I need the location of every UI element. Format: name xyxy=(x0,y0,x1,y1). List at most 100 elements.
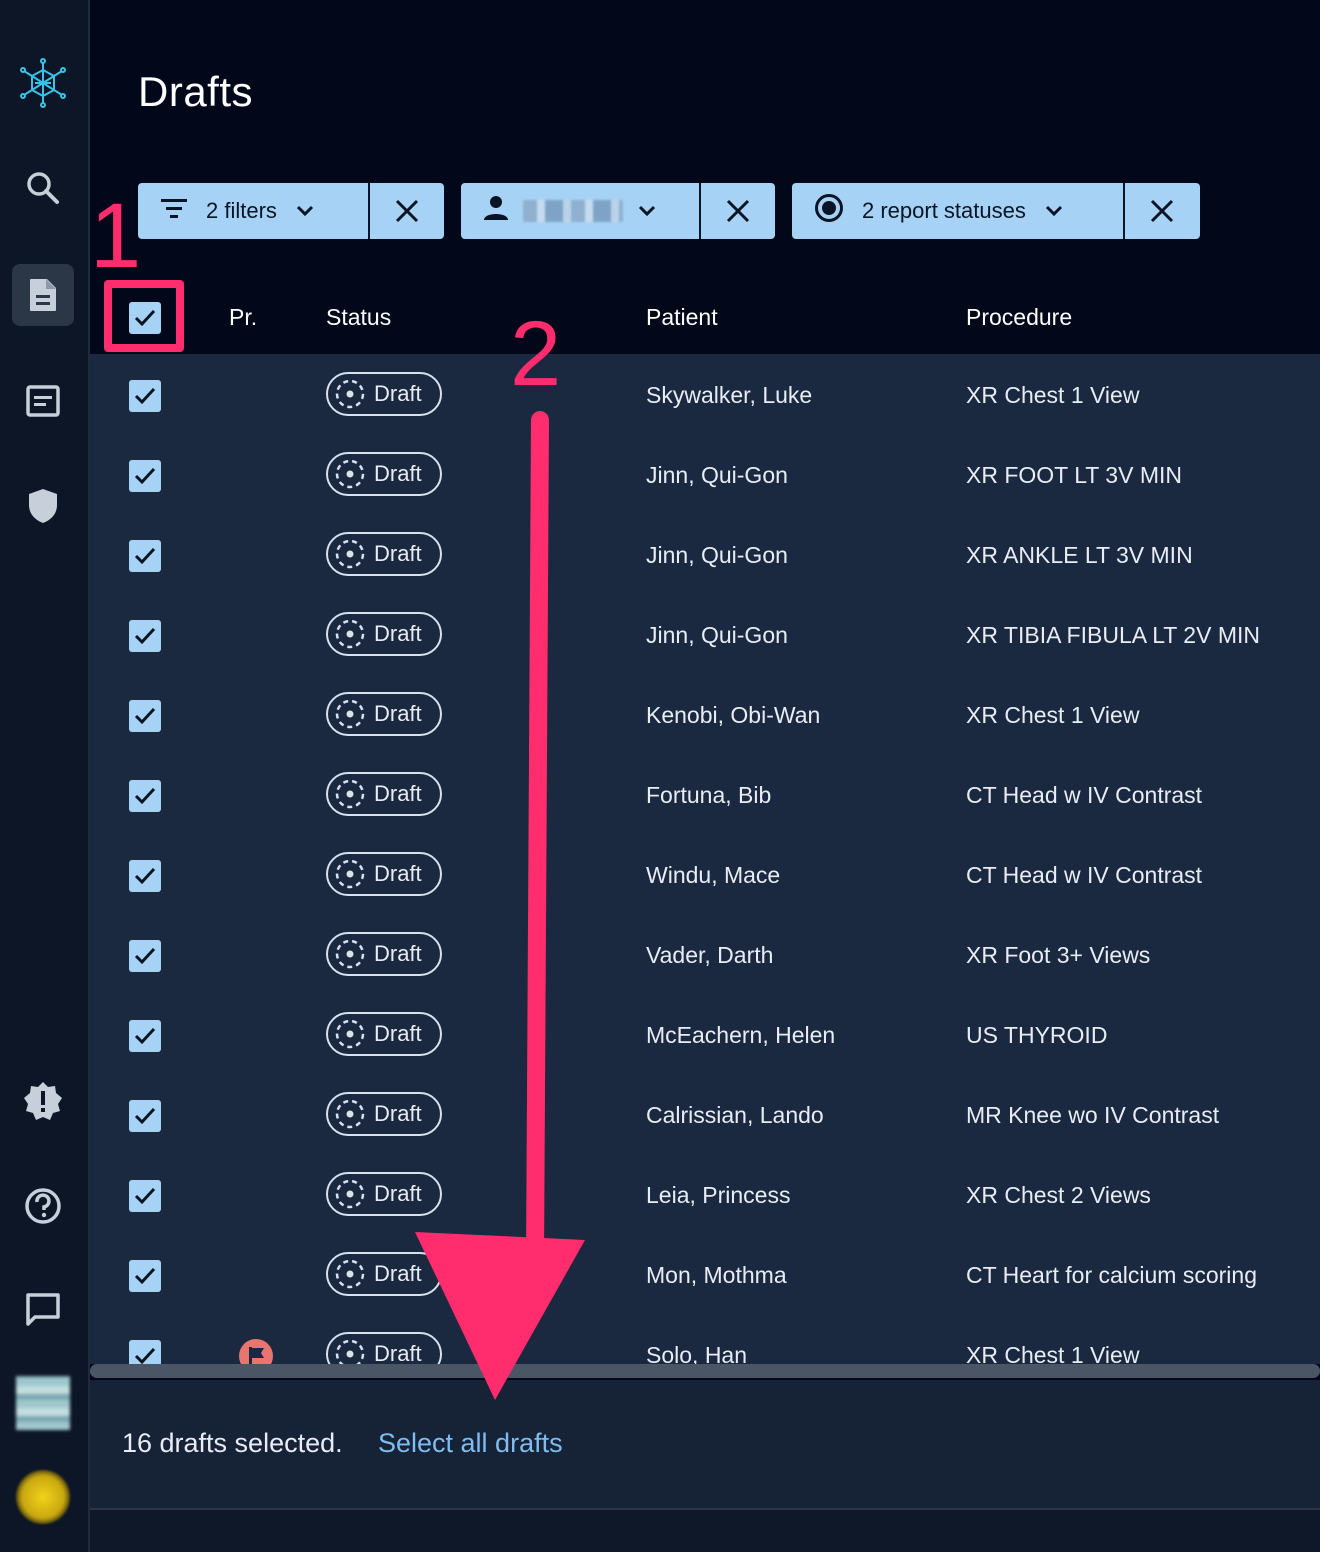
row-checkbox[interactable] xyxy=(129,540,161,572)
chat-icon[interactable] xyxy=(12,1278,74,1340)
table-row[interactable]: Draft Jinn, Qui-Gon XR TIBIA FIBULA LT 2V … xyxy=(90,594,1320,674)
draft-status-icon xyxy=(334,1018,366,1050)
filters-dropdown[interactable]: 2 filters xyxy=(138,183,371,239)
table-row[interactable]: Draft McEachern, Helen US THYROID xyxy=(90,994,1320,1074)
status-badge: Draft xyxy=(326,612,442,656)
patient-name: Mon, Mothma xyxy=(646,1262,787,1288)
filters-chip[interactable]: 2 filters xyxy=(138,183,444,239)
document-icon[interactable] xyxy=(12,264,74,326)
status-chip[interactable]: 2 report statuses xyxy=(792,183,1200,239)
row-checkbox[interactable] xyxy=(129,1340,161,1364)
table-row[interactable]: Draft Kenobi, Obi-Wan XR Chest 1 View xyxy=(90,674,1320,754)
priority-flag-icon xyxy=(238,1338,274,1364)
row-checkbox[interactable] xyxy=(129,940,161,972)
row-checkbox[interactable] xyxy=(129,1260,161,1292)
status-badge: Draft xyxy=(326,452,442,496)
row-checkbox[interactable] xyxy=(129,380,161,412)
status-badge: Draft xyxy=(326,1172,442,1216)
row-checkbox[interactable] xyxy=(129,860,161,892)
annotation-step-2: 2 xyxy=(510,303,562,405)
procedure-name: XR Chest 1 View xyxy=(966,1342,1140,1364)
status-text: Draft xyxy=(374,621,422,646)
procedure-name: CT Head w IV Contrast xyxy=(966,862,1203,888)
draft-status-icon xyxy=(334,778,366,810)
row-checkbox[interactable] xyxy=(129,1180,161,1212)
selected-count-text: 16 drafts selected. xyxy=(122,1428,343,1458)
select-all-drafts-link[interactable]: Select all drafts xyxy=(378,1428,563,1459)
status-badge: Draft xyxy=(326,772,442,816)
help-icon[interactable] xyxy=(12,1175,74,1237)
status-badge: Draft xyxy=(326,692,442,736)
status-text: Draft xyxy=(374,1181,422,1206)
procedure-name: XR TIBIA FIBULA LT 2V MIN xyxy=(966,622,1260,648)
table-row[interactable]: Draft Jinn, Qui-Gon XR FOOT LT 3V MIN xyxy=(90,434,1320,514)
draft-status-icon xyxy=(334,458,366,490)
patient-name: Kenobi, Obi-Wan xyxy=(646,702,821,728)
user-dropdown[interactable] xyxy=(461,183,701,239)
table-row[interactable]: Draft Fortuna, Bib CT Head w IV Contrast xyxy=(90,754,1320,834)
status-text: Draft xyxy=(374,861,422,886)
patient-name: Calrissian, Lando xyxy=(646,1102,824,1128)
column-header-patient[interactable]: Patient xyxy=(646,304,718,331)
template-icon[interactable] xyxy=(12,370,74,432)
procedure-name: US THYROID xyxy=(966,1022,1108,1048)
selection-footer: 16 drafts selected. Select all drafts xyxy=(90,1380,1320,1508)
patient-name: Leia, Princess xyxy=(646,1182,791,1208)
chevron-down-icon xyxy=(295,198,315,224)
column-header-status[interactable]: Status xyxy=(326,304,391,331)
page-title: Drafts xyxy=(138,68,254,115)
clear-status-button[interactable] xyxy=(1125,183,1200,239)
table-row[interactable]: Draft Solo, Han XR Chest 1 View xyxy=(90,1314,1320,1364)
row-checkbox[interactable] xyxy=(129,1020,161,1052)
column-header-procedure[interactable]: Procedure xyxy=(966,304,1072,331)
table-row[interactable]: Draft Skywalker, Luke XR Chest 1 View xyxy=(90,354,1320,434)
table-row[interactable]: Draft Vader, Darth XR Foot 3+ Views xyxy=(90,914,1320,994)
horizontal-scrollbar[interactable] xyxy=(90,1364,1320,1378)
status-text: Draft xyxy=(374,781,422,806)
draft-status-icon xyxy=(334,938,366,970)
table-row[interactable]: Draft Jinn, Qui-Gon XR ANKLE LT 3V MIN xyxy=(90,514,1320,594)
user-avatar[interactable] xyxy=(16,1470,70,1524)
table-row[interactable]: Draft Mon, Mothma CT Heart for calcium sco… xyxy=(90,1234,1320,1314)
status-text: Draft xyxy=(374,941,422,966)
patient-name: Jinn, Qui-Gon xyxy=(646,542,788,568)
status-badge: Draft xyxy=(326,1092,442,1136)
close-icon xyxy=(1151,199,1174,223)
chevron-down-icon xyxy=(637,198,657,224)
bottom-bar xyxy=(90,1510,1320,1552)
radio-status-icon xyxy=(814,193,844,229)
table-row[interactable]: Draft Leia, Princess XR Chest 2 Views xyxy=(90,1154,1320,1234)
drafts-table: Draft Skywalker, Luke XR Chest 1 View Draft… xyxy=(90,354,1320,1364)
logo-icon[interactable] xyxy=(12,52,74,114)
row-checkbox[interactable] xyxy=(129,780,161,812)
status-text: Draft xyxy=(374,541,422,566)
status-text: Draft xyxy=(374,461,422,486)
row-checkbox[interactable] xyxy=(129,1100,161,1132)
close-icon xyxy=(726,199,749,223)
procedure-name: XR FOOT LT 3V MIN xyxy=(966,462,1182,488)
draft-status-icon xyxy=(334,858,366,890)
clear-user-button[interactable] xyxy=(701,183,775,239)
status-dropdown[interactable]: 2 report statuses xyxy=(792,183,1125,239)
row-checkbox[interactable] xyxy=(129,700,161,732)
workspace-avatar[interactable] xyxy=(16,1376,70,1430)
patient-name: Skywalker, Luke xyxy=(646,382,813,408)
clear-filters-button[interactable] xyxy=(370,183,444,239)
column-header-priority[interactable]: Pr. xyxy=(229,304,257,331)
draft-status-icon xyxy=(334,1258,366,1290)
user-chip[interactable] xyxy=(461,183,775,239)
patient-name: Jinn, Qui-Gon xyxy=(646,622,788,648)
status-badge: Draft xyxy=(326,1332,442,1364)
shield-icon[interactable] xyxy=(12,475,74,537)
patient-name: Jinn, Qui-Gon xyxy=(646,462,788,488)
procedure-name: MR Knee wo IV Contrast xyxy=(966,1102,1220,1128)
procedure-name: CT Head w IV Contrast xyxy=(966,782,1203,808)
row-checkbox[interactable] xyxy=(129,620,161,652)
row-checkbox[interactable] xyxy=(129,460,161,492)
alert-badge-icon[interactable] xyxy=(12,1070,74,1132)
table-row[interactable]: Draft Windu, Mace CT Head w IV Contrast xyxy=(90,834,1320,914)
table-row[interactable]: Draft Calrissian, Lando MR Knee wo IV Cont… xyxy=(90,1074,1320,1154)
status-text: Draft xyxy=(374,381,422,406)
search-icon[interactable] xyxy=(12,157,74,219)
filter-icon xyxy=(160,197,188,225)
